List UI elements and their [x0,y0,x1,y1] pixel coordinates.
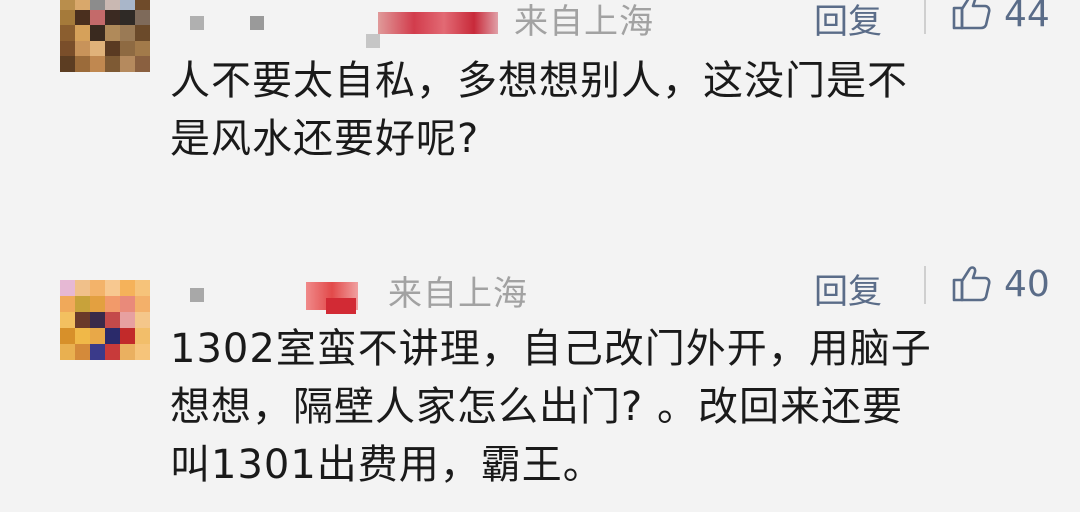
comment-text: 人不要太自私，多想想别人，这没门是不 是风水还要好呢? [170,52,1050,168]
avatar-pixel [90,25,105,41]
avatar-pixel [75,56,90,72]
avatar-pixel [75,40,90,57]
avatar-pixel [105,344,120,360]
comment-item: 来自上海 回复 40 1302室蛮不讲理，自己改门外开，用脑子 想想，隔壁人家怎… [0,264,1080,512]
comment-text-line: 1302室蛮不讲理，自己改门外开，用脑子 [170,326,932,372]
avatar-pixel [60,0,75,10]
reply-button[interactable]: 回复 [814,264,882,313]
avatar-pixel [105,9,120,26]
avatar-pixel [90,344,105,360]
avatar-pixel [120,328,135,344]
avatar[interactable] [60,280,150,360]
avatar-pixel [60,328,75,344]
avatar-pixel [135,0,150,10]
avatar-pixel [90,280,105,296]
avatar-pixel [105,25,120,41]
avatar-pixel [135,40,150,57]
avatar-pixel [75,312,90,328]
location-label: 来自上海 [514,2,654,42]
avatar-pixel [60,296,75,312]
avatar-pixel [105,296,120,312]
avatar-pixel [135,9,150,26]
avatar-pixel [75,280,90,296]
divider [924,0,926,34]
avatar-pixel [105,312,120,328]
avatar[interactable] [60,0,150,72]
avatar-pixel [90,40,105,57]
avatar-pixel [60,280,75,296]
avatar-pixel [75,296,90,312]
avatar-pixel [90,296,105,312]
avatar-pixel [90,0,105,10]
avatar-pixel [75,9,90,26]
comment-text-line: 叫1301出费用，霸王。 [170,442,604,488]
avatar-pixel [135,25,150,41]
divider [924,266,926,304]
reply-button[interactable]: 回复 [814,0,882,43]
avatar-pixel [120,0,135,10]
like-count: 44 [1004,0,1050,35]
avatar-pixel [120,40,135,57]
avatar-pixel [135,56,150,72]
avatar-pixel [120,25,135,41]
avatar-pixel [135,280,150,296]
avatar-pixel [90,56,105,72]
avatar-pixel [120,296,135,312]
avatar-pixel [135,344,150,360]
avatar-pixel [105,56,120,72]
comment-text-line: 人不要太自私，多想想别人，这没门是不 [170,58,908,104]
comment-text: 1302室蛮不讲理，自己改门外开，用脑子 想想，隔壁人家怎么出门? 。改回来还要… [170,320,1050,494]
thumbs-up-icon[interactable] [950,0,992,32]
avatar-pixel [135,328,150,344]
avatar-pixel [105,328,120,344]
avatar-pixel [75,25,90,41]
avatar-pixel [135,312,150,328]
avatar-pixel [135,296,150,312]
avatar-pixel [90,312,105,328]
avatar-pixel [105,280,120,296]
location-label: 来自上海 [388,274,528,314]
avatar-pixel [75,0,90,10]
thumbs-up-icon[interactable] [950,262,992,304]
avatar-pixel [75,344,90,360]
avatar-pixel [105,40,120,57]
comment-text-line: 想想，隔壁人家怎么出门? 。改回来还要 [170,384,903,430]
avatar-pixel [105,0,120,10]
avatar-pixel [60,40,75,57]
avatar-pixel [90,9,105,26]
avatar-pixel [60,344,75,360]
username-blurred[interactable] [190,276,370,314]
avatar-pixel [120,280,135,296]
avatar-pixel [120,9,135,26]
avatar-pixel [75,328,90,344]
avatar-pixel [60,25,75,41]
avatar-pixel [120,312,135,328]
avatar-pixel [120,344,135,360]
avatar-pixel [60,56,75,72]
avatar-pixel [60,312,75,328]
avatar-pixel [120,56,135,72]
like-count: 40 [1004,264,1050,305]
avatar-pixel [90,328,105,344]
username-blurred[interactable] [190,10,500,48]
comment-text-line: 是风水还要好呢? [170,116,480,162]
avatar-pixel [60,9,75,26]
comment-item: 来自上海 回复 44 人不要太自私，多想想别人，这没门是不 是风水还要好呢? [0,0,1080,230]
